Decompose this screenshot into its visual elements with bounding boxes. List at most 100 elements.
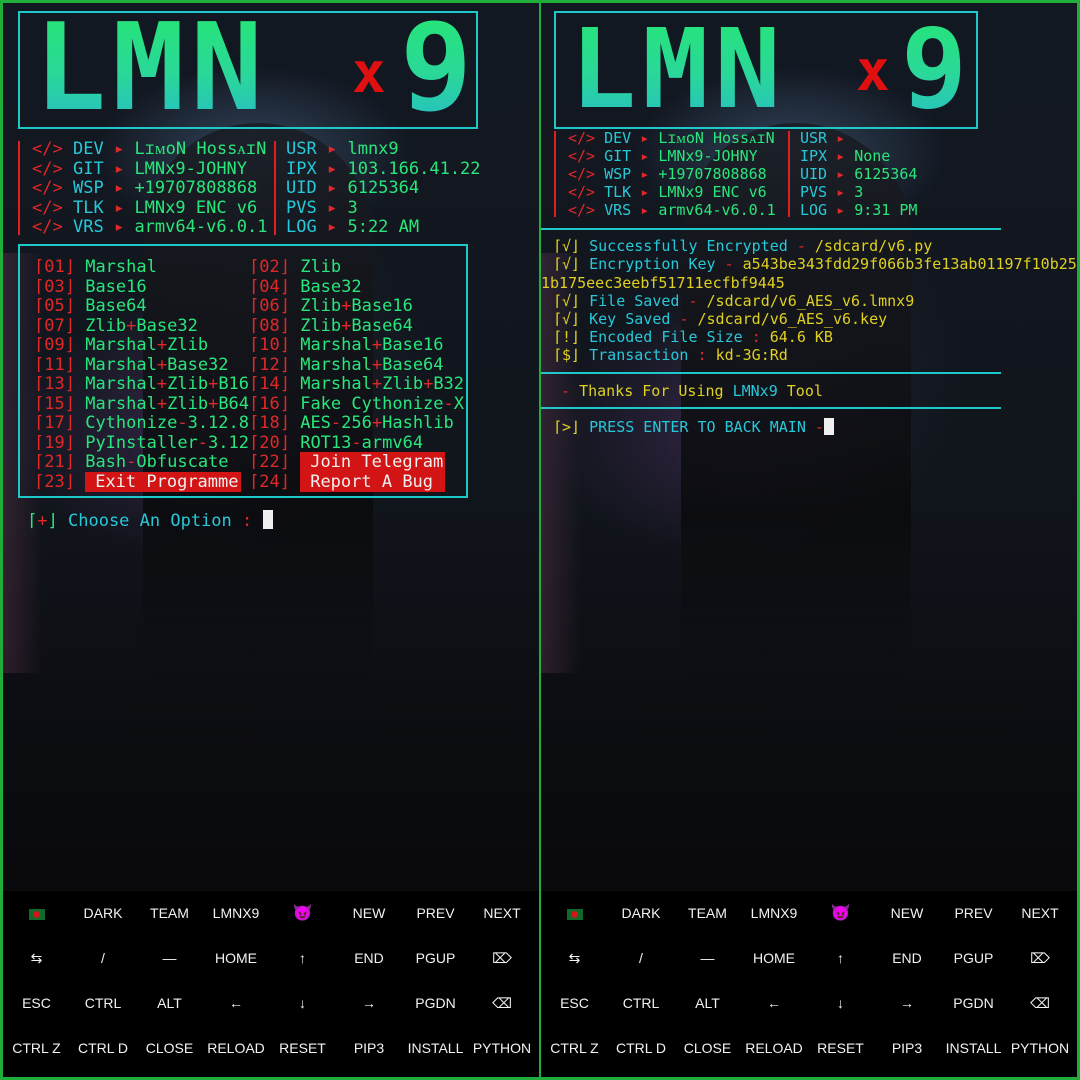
esc-key[interactable]: ESC [541,981,608,1026]
log-line: ⌈√⌋ Encryption Key - a543be343fdd29f066b… [553,255,1077,273]
menu-item-19[interactable]: ⌈19⌋ PyInstaller-3.12 [34,433,249,453]
menu-item-04[interactable]: ⌈04⌋ Base32 [249,277,362,297]
menu-item-23[interactable]: ⌈23⌋ Exit Programme [34,471,242,492]
menu-item-label: Bash-Obfuscate [85,452,228,472]
install-key[interactable]: INSTALL [402,1026,469,1071]
backspace-key[interactable]: ⌫ [469,981,536,1026]
menu-item-08[interactable]: ⌈08⌋ Zlib+Base64 [249,316,413,336]
end-key[interactable]: END [874,936,941,981]
menu-item-06[interactable]: ⌈06⌋ Zlib+Base16 [249,296,413,316]
reset-key[interactable]: RESET [269,1026,336,1071]
ctrl-d-key[interactable]: CTRL D [70,1026,137,1071]
menu-item-14[interactable]: ⌈14⌋ Marshal+Zlib+B32 [249,374,464,394]
team-key[interactable]: TEAM [674,891,741,936]
menu-item-label: Join Telegram [300,452,446,472]
menu-item-18[interactable]: ⌈18⌋ AES-256+Hashlib [249,413,454,433]
right-arrow-key[interactable]: → [874,981,941,1026]
lmnx9-key[interactable]: LMNX9 [203,891,270,936]
new-key[interactable]: NEW [336,891,403,936]
down-arrow-key[interactable]: ↓ [269,981,336,1026]
menu-item-05[interactable]: ⌈05⌋ Base64 [34,296,147,316]
pgup-key[interactable]: PGUP [940,936,1007,981]
team-key[interactable]: TEAM [136,891,203,936]
menu-item-15[interactable]: ⌈15⌋ Marshal+Zlib+B64 [34,394,249,414]
left-arrow-key[interactable]: ← [741,981,808,1026]
delete-key[interactable]: ⌦ [1007,936,1074,981]
menu-item-22[interactable]: ⌈22⌋ Join Telegram [249,452,446,472]
right-arrow-key[interactable]: → [336,981,403,1026]
esc-key[interactable]: ESC [3,981,70,1026]
reset-key[interactable]: RESET [807,1026,874,1071]
backspace-key[interactable]: ⌫ [1007,981,1074,1026]
prev-key[interactable]: PREV [402,891,469,936]
next-key[interactable]: NEXT [469,891,536,936]
tab-key[interactable]: ⇆ [541,936,608,981]
home-key[interactable]: HOME [203,936,270,981]
choose-option-prompt[interactable]: ⌈+⌋ Choose An Option : [27,510,273,531]
python-key[interactable]: PYTHON [469,1026,536,1071]
install-key[interactable]: INSTALL [940,1026,1007,1071]
menu-item-02[interactable]: ⌈02⌋ Zlib [249,257,341,277]
pip3-key[interactable]: PIP3 [874,1026,941,1071]
ctrl-key[interactable]: CTRL [608,981,675,1026]
menu-item-24[interactable]: ⌈24⌋ Report A Bug [249,471,446,492]
menu-item-07[interactable]: ⌈07⌋ Zlib+Base32 [34,316,198,336]
delete-key[interactable]: ⌦ [469,936,536,981]
devil-emoji-key[interactable]: 😈 [269,891,336,936]
tab-key[interactable]: ⇆ [3,936,70,981]
ctrl-key[interactable]: CTRL [70,981,137,1026]
menu-item-13[interactable]: ⌈13⌋ Marshal+Zlib+B16 [34,374,249,394]
lmnx9-key[interactable]: LMNX9 [741,891,808,936]
ctrl-z-key[interactable]: CTRL Z [3,1026,70,1071]
pgdn-key[interactable]: PGDN [940,981,1007,1026]
slash-key[interactable]: / [608,936,675,981]
dark-key[interactable]: DARK [608,891,675,936]
pgdn-key[interactable]: PGDN [402,981,469,1026]
press-enter-prompt[interactable]: ⌈>⌋ PRESS ENTER TO BACK MAIN - [553,418,834,436]
left-arrow-key[interactable]: ← [203,981,270,1026]
menu-item-10[interactable]: ⌈10⌋ Marshal+Base16 [249,335,444,355]
prev-key[interactable]: PREV [940,891,1007,936]
menu-item-part: Zlib [167,374,209,394]
menu-item-20[interactable]: ⌈20⌋ ROT13-armv64 [249,433,423,453]
up-arrow-key[interactable]: ↑ [807,936,874,981]
alt-key[interactable]: ALT [136,981,203,1026]
menu-item-12[interactable]: ⌈12⌋ Marshal+Base64 [249,355,444,375]
close-key[interactable]: CLOSE [136,1026,203,1071]
dash-key[interactable]: — [136,936,203,981]
menu-item-17[interactable]: ⌈17⌋ Cythonize-3.12.8 [34,413,249,433]
slash-key[interactable]: / [70,936,137,981]
end-key[interactable]: END [336,936,403,981]
separator-bottom [541,407,1001,409]
home-key[interactable]: HOME [741,936,808,981]
up-arrow-key[interactable]: ↑ [269,936,336,981]
ctrl-z-key[interactable]: CTRL Z [541,1026,608,1071]
devil-emoji-key[interactable]: 😈 [807,891,874,936]
dash-key[interactable]: — [674,936,741,981]
menu-item-01[interactable]: ⌈01⌋ Marshal [34,257,157,277]
info-arrow: ▸ [640,147,650,165]
text-cursor[interactable] [262,510,273,529]
close-key[interactable]: CLOSE [674,1026,741,1071]
dark-key[interactable]: DARK [70,891,137,936]
new-key[interactable]: NEW [874,891,941,936]
python-key[interactable]: PYTHON [1007,1026,1074,1071]
menu-item-11[interactable]: ⌈11⌋ Marshal+Base32 [34,355,229,375]
down-arrow-key[interactable]: ↓ [807,981,874,1026]
menu-item-03[interactable]: ⌈03⌋ Base16 [34,277,147,297]
text-cursor[interactable] [823,418,834,435]
menu-item-number: ⌈13⌋ [34,374,75,394]
bangladesh-flag-key[interactable] [541,891,608,936]
pip3-key[interactable]: PIP3 [336,1026,403,1071]
next-key[interactable]: NEXT [1007,891,1074,936]
log-label: Encryption Key [589,255,716,273]
menu-item-09[interactable]: ⌈09⌋ Marshal+Zlib [34,335,208,355]
alt-key[interactable]: ALT [674,981,741,1026]
bangladesh-flag-key[interactable] [3,891,70,936]
reload-key[interactable]: RELOAD [741,1026,808,1071]
menu-item-21[interactable]: ⌈21⌋ Bash-Obfuscate [34,452,229,472]
ctrl-d-key[interactable]: CTRL D [608,1026,675,1071]
menu-item-16[interactable]: ⌈16⌋ Fake Cythonize-X [249,394,464,414]
pgup-key[interactable]: PGUP [402,936,469,981]
reload-key[interactable]: RELOAD [203,1026,270,1071]
